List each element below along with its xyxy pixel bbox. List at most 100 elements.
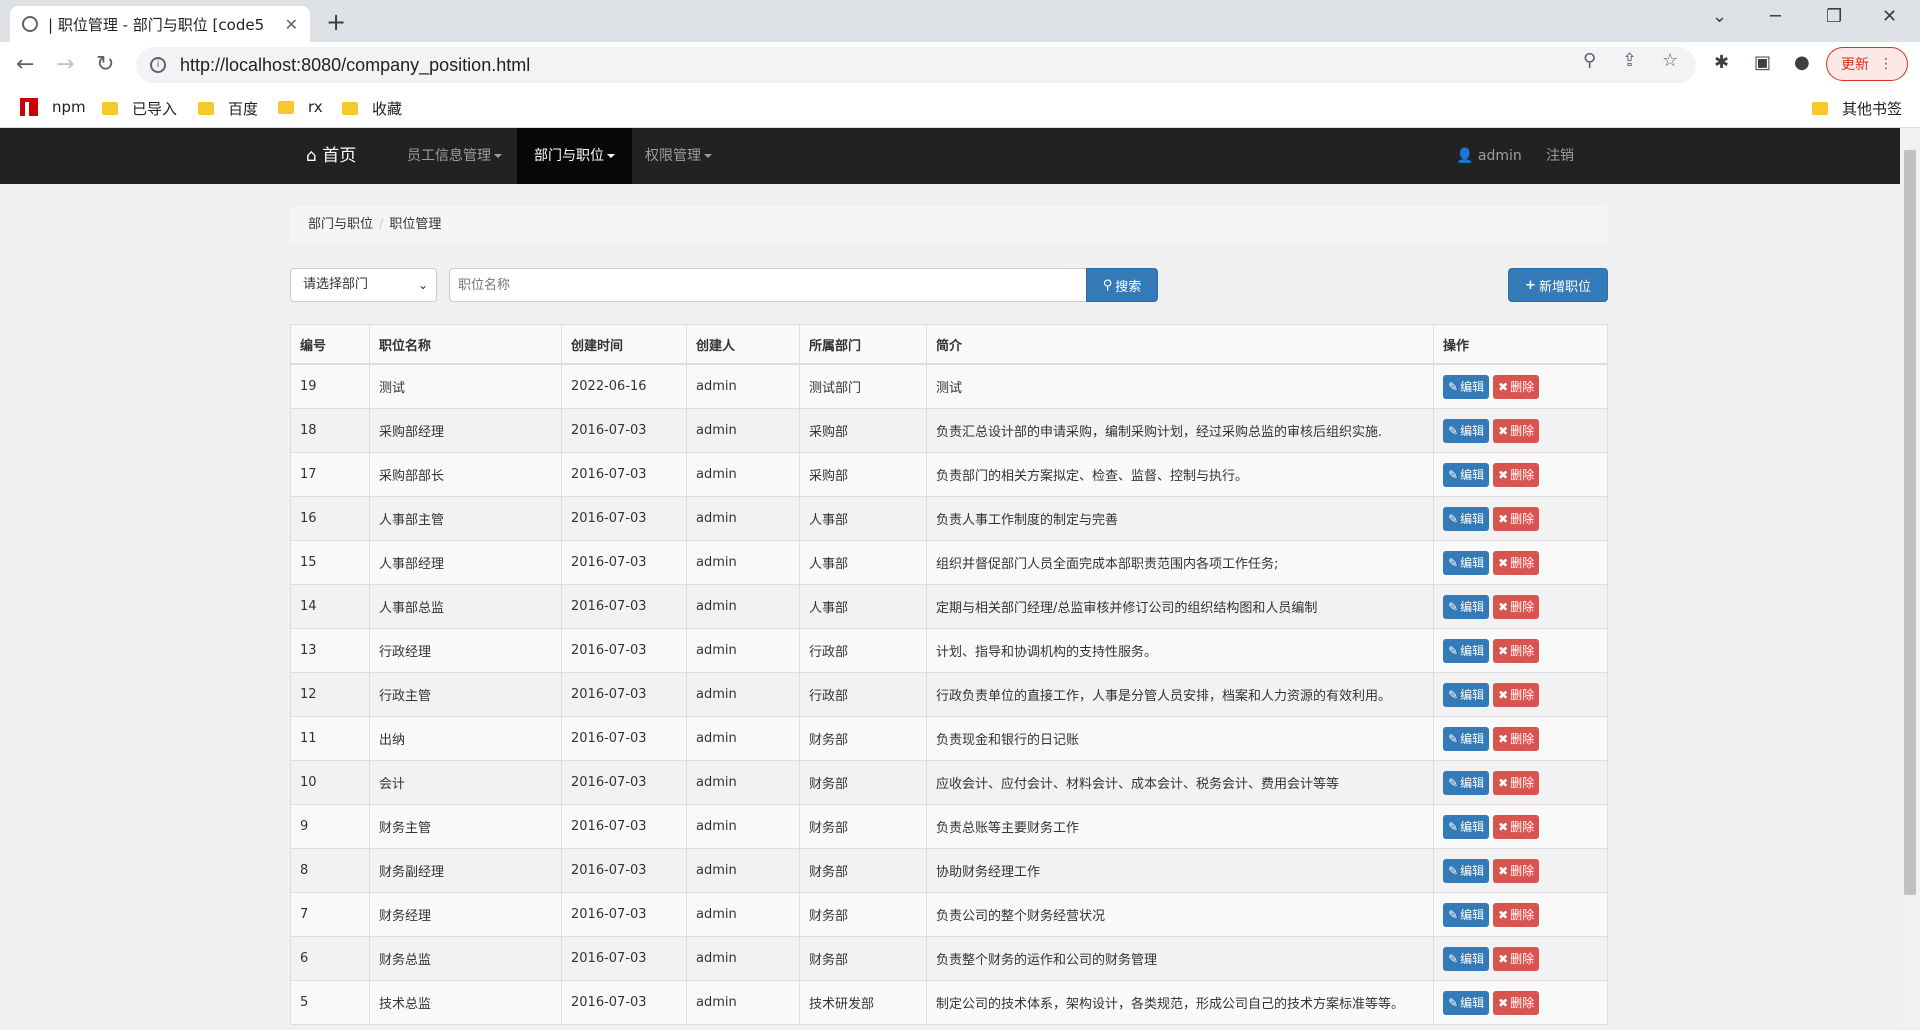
site-info-icon[interactable]: i	[150, 57, 166, 73]
delete-button[interactable]: ✖ 删除	[1493, 374, 1540, 399]
table-cell: 测试	[369, 363, 562, 409]
zoom-icon[interactable]: ⚲	[1583, 50, 1596, 71]
position-name-input[interactable]	[449, 268, 1087, 302]
bookmark-imported[interactable]: 已导入	[102, 98, 177, 119]
side-panel-icon[interactable]: ▣	[1754, 52, 1771, 73]
edit-button[interactable]: ✎ 编辑	[1443, 550, 1490, 575]
breadcrumb-parent[interactable]: 部门与职位	[308, 217, 373, 232]
edit-label: 编辑	[1460, 732, 1485, 746]
table-cell: 人事部主管	[369, 496, 562, 541]
share-icon[interactable]: ⇪	[1622, 50, 1637, 71]
new-tab-icon[interactable]: +	[326, 8, 346, 36]
maximize-icon[interactable]: ❐	[1826, 6, 1842, 27]
edit-button[interactable]: ✎ 编辑	[1443, 902, 1490, 927]
search-button[interactable]: ⚲ 搜索	[1086, 268, 1158, 302]
table-cell: 负责公司的整个财务经营状况	[926, 892, 1434, 937]
edit-button[interactable]: ✎ 编辑	[1443, 638, 1490, 663]
edit-button[interactable]: ✎ 编辑	[1443, 418, 1490, 443]
nav-dept-position-menu[interactable]: 部门与职位	[517, 128, 632, 184]
remove-icon: ✖	[1498, 775, 1509, 790]
omnibox[interactable]: i http://localhost:8080/company_position…	[136, 47, 1696, 83]
department-select[interactable]: 请选择部门 ⌄	[290, 268, 437, 302]
pencil-icon: ✎	[1448, 819, 1459, 834]
bookmark-rx[interactable]: rx	[278, 98, 323, 116]
delete-button[interactable]: ✖ 删除	[1493, 946, 1540, 971]
back-icon[interactable]: ←	[16, 52, 34, 77]
pencil-icon: ✎	[1448, 687, 1459, 702]
scroll-thumb[interactable]	[1904, 150, 1916, 895]
edit-button[interactable]: ✎ 编辑	[1443, 506, 1490, 531]
caret-down-icon	[494, 154, 502, 158]
edit-button[interactable]: ✎ 编辑	[1443, 990, 1490, 1015]
delete-button[interactable]: ✖ 删除	[1493, 462, 1540, 487]
edit-button[interactable]: ✎ 编辑	[1443, 682, 1490, 707]
reload-icon[interactable]: ↻	[96, 52, 114, 77]
nav-home[interactable]: ⌂ 首页	[306, 128, 356, 184]
edit-label: 编辑	[1460, 644, 1485, 658]
page-scrollbar[interactable]	[1900, 128, 1920, 1030]
delete-button[interactable]: ✖ 删除	[1493, 506, 1540, 531]
delete-button[interactable]: ✖ 删除	[1493, 594, 1540, 619]
table-cell: 5	[290, 980, 370, 1025]
remove-icon: ✖	[1498, 379, 1509, 394]
delete-button[interactable]: ✖ 删除	[1493, 902, 1540, 927]
add-position-button[interactable]: + 新增职位	[1508, 268, 1608, 302]
edit-label: 编辑	[1460, 820, 1485, 834]
nav-employee-menu[interactable]: 员工信息管理	[392, 128, 517, 184]
bookmark-other[interactable]: 其他书签	[1812, 98, 1902, 119]
delete-button[interactable]: ✖ 删除	[1493, 682, 1540, 707]
breadcrumb-current: 职位管理	[389, 217, 442, 232]
edit-button[interactable]: ✎ 编辑	[1443, 858, 1490, 883]
edit-button[interactable]: ✎ 编辑	[1443, 770, 1490, 795]
table-cell: 2016-07-03	[561, 452, 687, 497]
delete-button[interactable]: ✖ 删除	[1493, 858, 1540, 883]
minimize-icon[interactable]: ─	[1770, 6, 1781, 27]
profile-avatar-icon[interactable]: ●	[1794, 52, 1810, 73]
nav-user[interactable]: 👤 admin	[1456, 128, 1522, 184]
delete-button[interactable]: ✖ 删除	[1493, 990, 1540, 1015]
pencil-icon: ✎	[1448, 995, 1459, 1010]
edit-label: 编辑	[1460, 688, 1485, 702]
nav-permission-menu[interactable]: 权限管理	[630, 128, 727, 184]
pencil-icon: ✎	[1448, 467, 1459, 482]
edit-button[interactable]: ✎ 编辑	[1443, 946, 1490, 971]
close-tab-icon[interactable]: ✕	[285, 15, 298, 34]
pencil-icon: ✎	[1448, 599, 1459, 614]
bookmark-label: rx	[308, 98, 323, 116]
edit-button[interactable]: ✎ 编辑	[1443, 814, 1490, 839]
table-cell: 2016-07-03	[561, 540, 687, 585]
delete-button[interactable]: ✖ 删除	[1493, 770, 1540, 795]
bookmark-baidu[interactable]: 百度	[198, 98, 258, 119]
delete-button[interactable]: ✖ 删除	[1493, 726, 1540, 751]
table-cell: admin	[686, 540, 800, 585]
table-cell: admin	[686, 980, 800, 1025]
bookmark-npm[interactable]: npm	[20, 98, 86, 116]
edit-button[interactable]: ✎ 编辑	[1443, 726, 1490, 751]
delete-button[interactable]: ✖ 删除	[1493, 814, 1540, 839]
delete-label: 删除	[1510, 424, 1535, 438]
table-cell: 负责汇总设计部的申请采购，编制采购计划，经过采购总监的审核后组织实施.	[926, 408, 1434, 453]
window-close-icon[interactable]: ✕	[1882, 6, 1897, 27]
table-cell: admin	[686, 716, 800, 761]
table-cell: 18	[290, 408, 370, 453]
update-button[interactable]: 更新 ⋮	[1826, 47, 1908, 81]
bookmark-star-icon[interactable]: ☆	[1662, 50, 1678, 71]
delete-button[interactable]: ✖ 删除	[1493, 550, 1540, 575]
tab-search-chevron-icon[interactable]: ⌄	[1712, 6, 1727, 27]
edit-button[interactable]: ✎ 编辑	[1443, 462, 1490, 487]
bookmark-favorites[interactable]: 收藏	[342, 98, 402, 119]
edit-button[interactable]: ✎ 编辑	[1443, 594, 1490, 619]
nav-label: 部门与职位	[534, 148, 604, 164]
delete-button[interactable]: ✖ 删除	[1493, 418, 1540, 443]
delete-button[interactable]: ✖ 删除	[1493, 638, 1540, 663]
remove-icon: ✖	[1498, 687, 1509, 702]
table-cell: 2016-07-03	[561, 408, 687, 453]
delete-label: 删除	[1510, 688, 1535, 702]
nav-logout[interactable]: 注销	[1546, 128, 1574, 184]
forward-icon[interactable]: →	[56, 52, 74, 77]
extensions-icon[interactable]: ✱	[1714, 52, 1729, 73]
more-menu-icon[interactable]: ⋮	[1879, 56, 1893, 72]
edit-button[interactable]: ✎ 编辑	[1443, 374, 1490, 399]
browser-tab[interactable]: | 职位管理 - 部门与职位 [code5 ✕	[10, 6, 310, 42]
table-cell: 财务部	[799, 892, 927, 937]
